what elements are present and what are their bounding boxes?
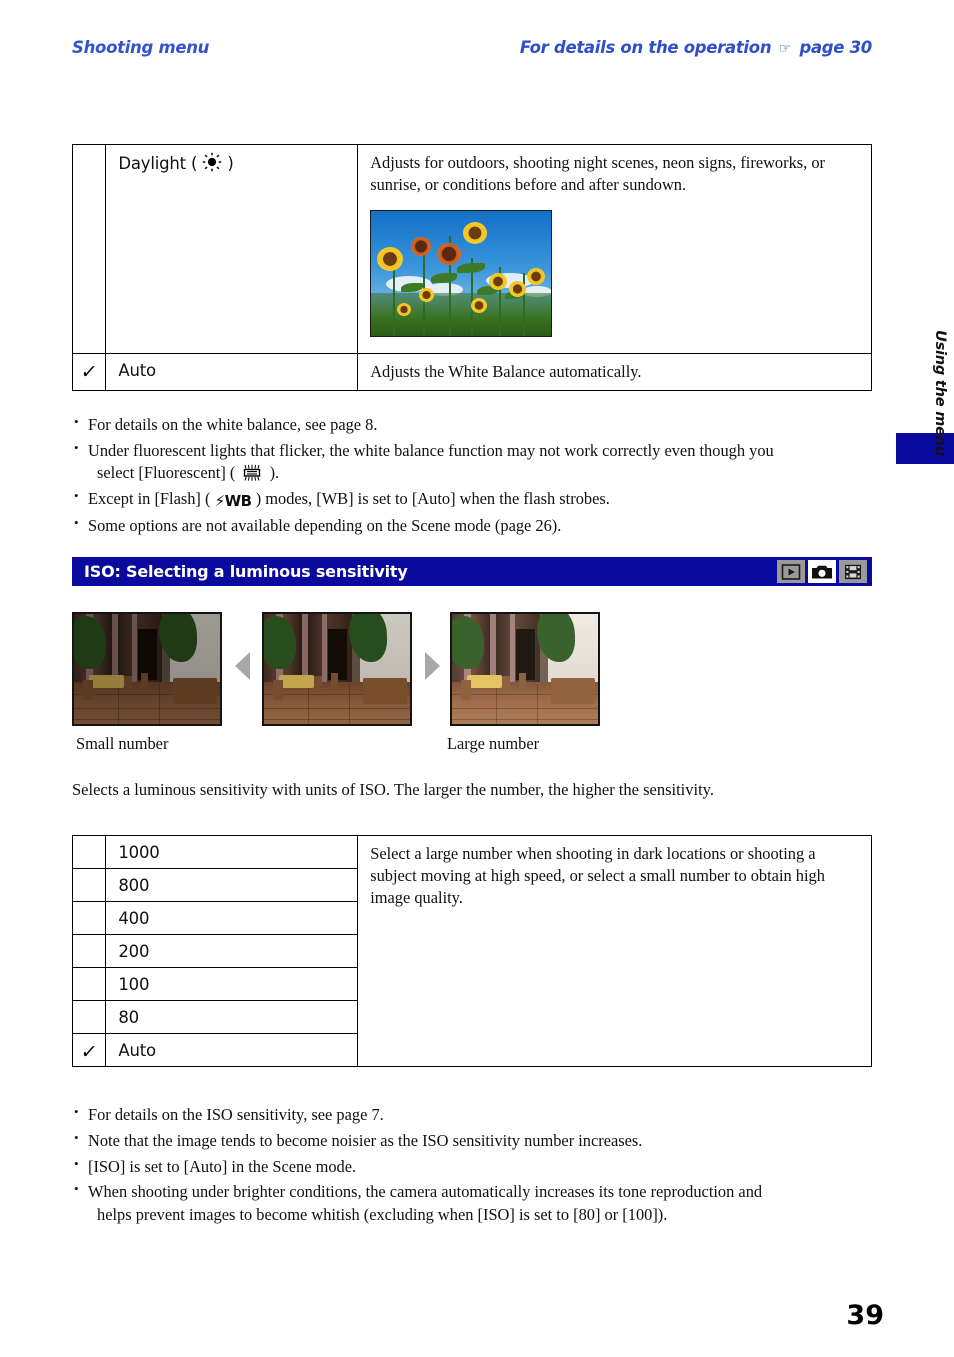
iso-options-table: 1000 Select a large number when shooting… — [71, 835, 872, 1067]
default-marker-cell — [71, 835, 107, 869]
default-marker-cell — [71, 144, 107, 354]
caption-small-number: Small number — [76, 734, 169, 753]
iso-description-text: Select a large number when shooting in d… — [370, 844, 825, 907]
note-continuation: helps prevent images to become whitish (… — [97, 1204, 668, 1224]
iso-section-header: ISO: Selecting a luminous sensitivity — [72, 557, 872, 586]
note-text-pre: Except in [Flash] ( — [88, 488, 211, 508]
applicable-mode-icons — [777, 560, 872, 583]
fluorescent-icon — [239, 463, 265, 482]
note-text: When shooting under brighter conditions,… — [88, 1182, 763, 1202]
running-head-left: Shooting menu — [72, 38, 210, 57]
list-item: [ISO] is set to [Auto] in the Scene mode… — [72, 1155, 872, 1178]
iso-sample-dark — [72, 612, 222, 726]
pointing-hand-icon: ☞ — [778, 41, 792, 57]
iso-value-text: 400 — [118, 909, 150, 928]
note-text: For details on the ISO sensitivity, see … — [88, 1105, 384, 1124]
caption-large-number: Large number — [447, 734, 540, 753]
page-header: Shooting menu For details on the operati… — [72, 38, 872, 66]
default-marker-cell — [71, 868, 107, 902]
decrease-arrow-icon — [235, 652, 250, 680]
note-text: Some options are not available depending… — [88, 515, 562, 535]
increase-arrow-icon — [425, 652, 440, 680]
default-marker-cell: ✓ — [71, 1033, 107, 1067]
iso-value-cell: 1000 — [105, 835, 359, 869]
checkmark-icon: ✓ — [79, 1041, 99, 1063]
iso-value-text: 800 — [118, 876, 150, 895]
note-text-post: ) modes, [WB] is set to [Auto] when the … — [255, 488, 610, 508]
iso-sample-strip: Small number Large number — [72, 612, 872, 762]
option-description-cell: Adjusts for outdoors, shooting night sce… — [357, 144, 872, 354]
iso-value-text: Auto — [118, 1041, 156, 1060]
option-label-cell: Auto — [105, 352, 359, 392]
iso-value-cell: 800 — [105, 868, 359, 902]
white-balance-notes: For details on the white balance, see pa… — [72, 413, 872, 541]
note-text: Under fluorescent lights that flicker, t… — [88, 440, 774, 460]
default-marker-cell — [71, 901, 107, 935]
sun-icon — [202, 152, 222, 172]
iso-value-text: 80 — [118, 1008, 139, 1027]
running-head-page-ref: page 30 — [799, 38, 872, 57]
flash-wb-icon: ⚡WB — [214, 491, 253, 510]
iso-value-text: 200 — [118, 942, 150, 961]
section-title: ISO: Selecting a luminous sensitivity — [84, 562, 408, 581]
checkmark-icon: ✓ — [79, 360, 99, 383]
playback-mode-icon — [777, 560, 805, 583]
iso-value-cell: 400 — [105, 901, 359, 935]
list-item: Some options are not available depending… — [72, 514, 872, 537]
iso-value-text: 1000 — [118, 843, 160, 862]
list-item: When shooting under brighter conditions,… — [72, 1180, 872, 1226]
option-description-cell: Adjusts the White Balance automatically. — [357, 352, 872, 392]
iso-value-cell: 100 — [105, 967, 359, 1001]
chapter-tab-label: Using the menu — [932, 330, 948, 457]
list-item: For details on the ISO sensitivity, see … — [72, 1103, 872, 1126]
iso-description-cell: Select a large number when shooting in d… — [357, 835, 872, 1067]
table-row: 1000 Select a large number when shooting… — [71, 835, 872, 1067]
list-item: Except in [Flash] ( ⚡WB ) modes, [WB] is… — [72, 487, 872, 511]
iso-notes: For details on the ISO sensitivity, see … — [72, 1103, 872, 1230]
option-label-text: Daylight ( — [118, 154, 198, 173]
note-text: Note that the image tends to become nois… — [88, 1130, 643, 1150]
default-marker-cell — [71, 967, 107, 1001]
running-head-right-prefix: For details on the operation — [519, 38, 772, 57]
list-item: Under fluorescent lights that flicker, t… — [72, 439, 872, 485]
movie-mode-icon — [839, 560, 867, 583]
iso-sample-medium — [262, 612, 412, 726]
option-label-suffix: ) — [227, 154, 234, 173]
white-balance-options-table: Daylight () Adjusts for outdoors, shoot… — [71, 144, 872, 392]
iso-sample-bright — [450, 612, 600, 726]
note-text-post: ). — [269, 463, 280, 483]
running-head-right: For details on the operation ☞ page 30 — [520, 38, 872, 57]
default-marker-cell — [71, 934, 107, 968]
sunflower-field-photo — [370, 209, 553, 337]
note-text: [ISO] is set to [Auto] in the Scene mode… — [88, 1156, 357, 1176]
option-label-cell: Daylight () — [105, 144, 359, 354]
default-marker-cell — [71, 1000, 107, 1034]
table-row: Daylight () Adjusts for outdoors, shoot… — [71, 144, 872, 354]
iso-value-cell: Auto — [105, 1033, 359, 1067]
option-label-text: Auto — [118, 360, 156, 380]
list-item: For details on the white balance, see pa… — [72, 413, 872, 436]
iso-value-cell: 80 — [105, 1000, 359, 1034]
note-continuation: select [Fluorescent] (). — [88, 462, 872, 484]
note-text: For details on the white balance, see pa… — [88, 415, 378, 434]
note-text-pre: select [Fluorescent] ( — [97, 463, 236, 483]
list-item: Note that the image tends to become nois… — [72, 1129, 872, 1152]
still-camera-mode-icon — [808, 560, 836, 583]
iso-value-text: 100 — [118, 975, 150, 994]
option-description-text: Adjusts for outdoors, shooting night sce… — [370, 153, 826, 194]
page-number: 39 — [846, 1300, 884, 1331]
option-description-text: Adjusts the White Balance automatically. — [370, 361, 642, 381]
default-marker-cell: ✓ — [71, 352, 107, 392]
iso-intro-paragraph: Selects a luminous sensitivity with unit… — [72, 780, 714, 799]
table-row: ✓ Auto Adjusts the White Balance automat… — [71, 352, 872, 392]
iso-value-cell: 200 — [105, 934, 359, 968]
